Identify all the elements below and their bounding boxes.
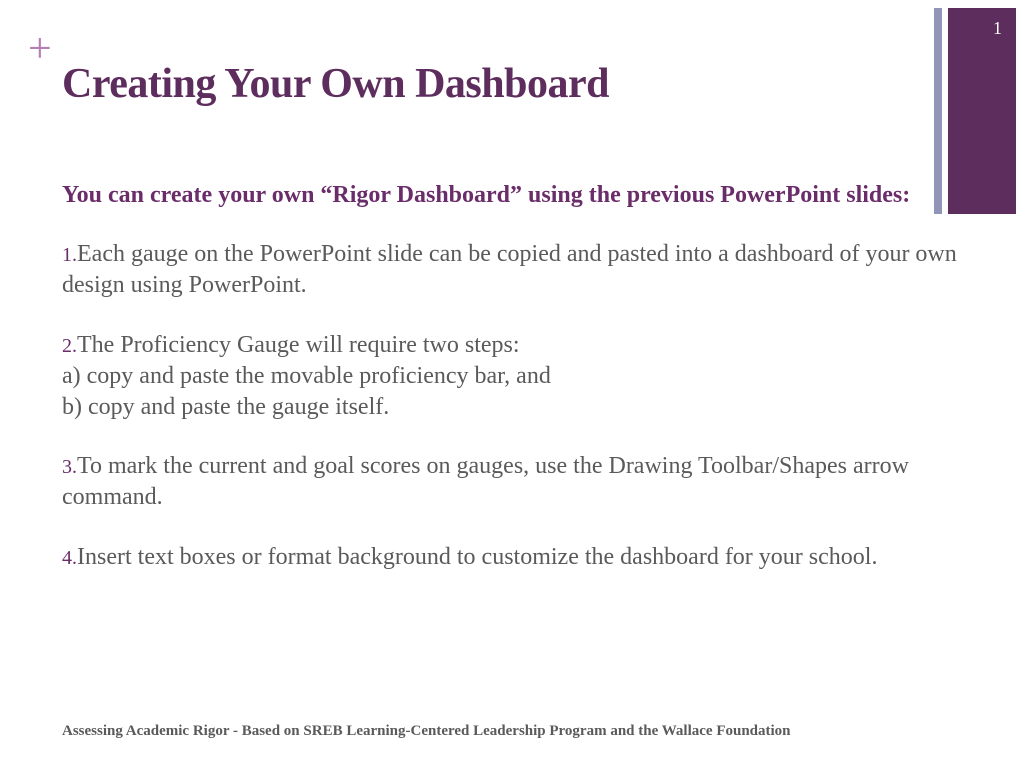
list-item: 4.Insert text boxes or format background… bbox=[62, 542, 962, 573]
list-number: 4. bbox=[62, 547, 77, 569]
list-number: 1. bbox=[62, 244, 77, 266]
plus-decoration-icon: + bbox=[28, 28, 52, 70]
intro-text: You can create your own “Rigor Dashboard… bbox=[62, 180, 962, 211]
list-text: The Proficiency Gauge will require two s… bbox=[62, 332, 551, 420]
page-number: 1 bbox=[993, 18, 1002, 39]
list-text: To mark the current and goal scores on g… bbox=[62, 453, 909, 510]
list-text: Each gauge on the PowerPoint slide can b… bbox=[62, 241, 957, 298]
list-text: Insert text boxes or format background t… bbox=[77, 544, 877, 570]
list-item: 3.To mark the current and goal scores on… bbox=[62, 451, 962, 513]
list-number: 2. bbox=[62, 335, 77, 357]
list-item: 1.Each gauge on the PowerPoint slide can… bbox=[62, 239, 962, 301]
list-number: 3. bbox=[62, 456, 77, 478]
slide-title: Creating Your Own Dashboard bbox=[62, 60, 609, 108]
list-item: 2.The Proficiency Gauge will require two… bbox=[62, 330, 962, 424]
slide-content: You can create your own “Rigor Dashboard… bbox=[62, 180, 962, 601]
footer-text: Assessing Academic Rigor - Based on SREB… bbox=[62, 723, 791, 740]
